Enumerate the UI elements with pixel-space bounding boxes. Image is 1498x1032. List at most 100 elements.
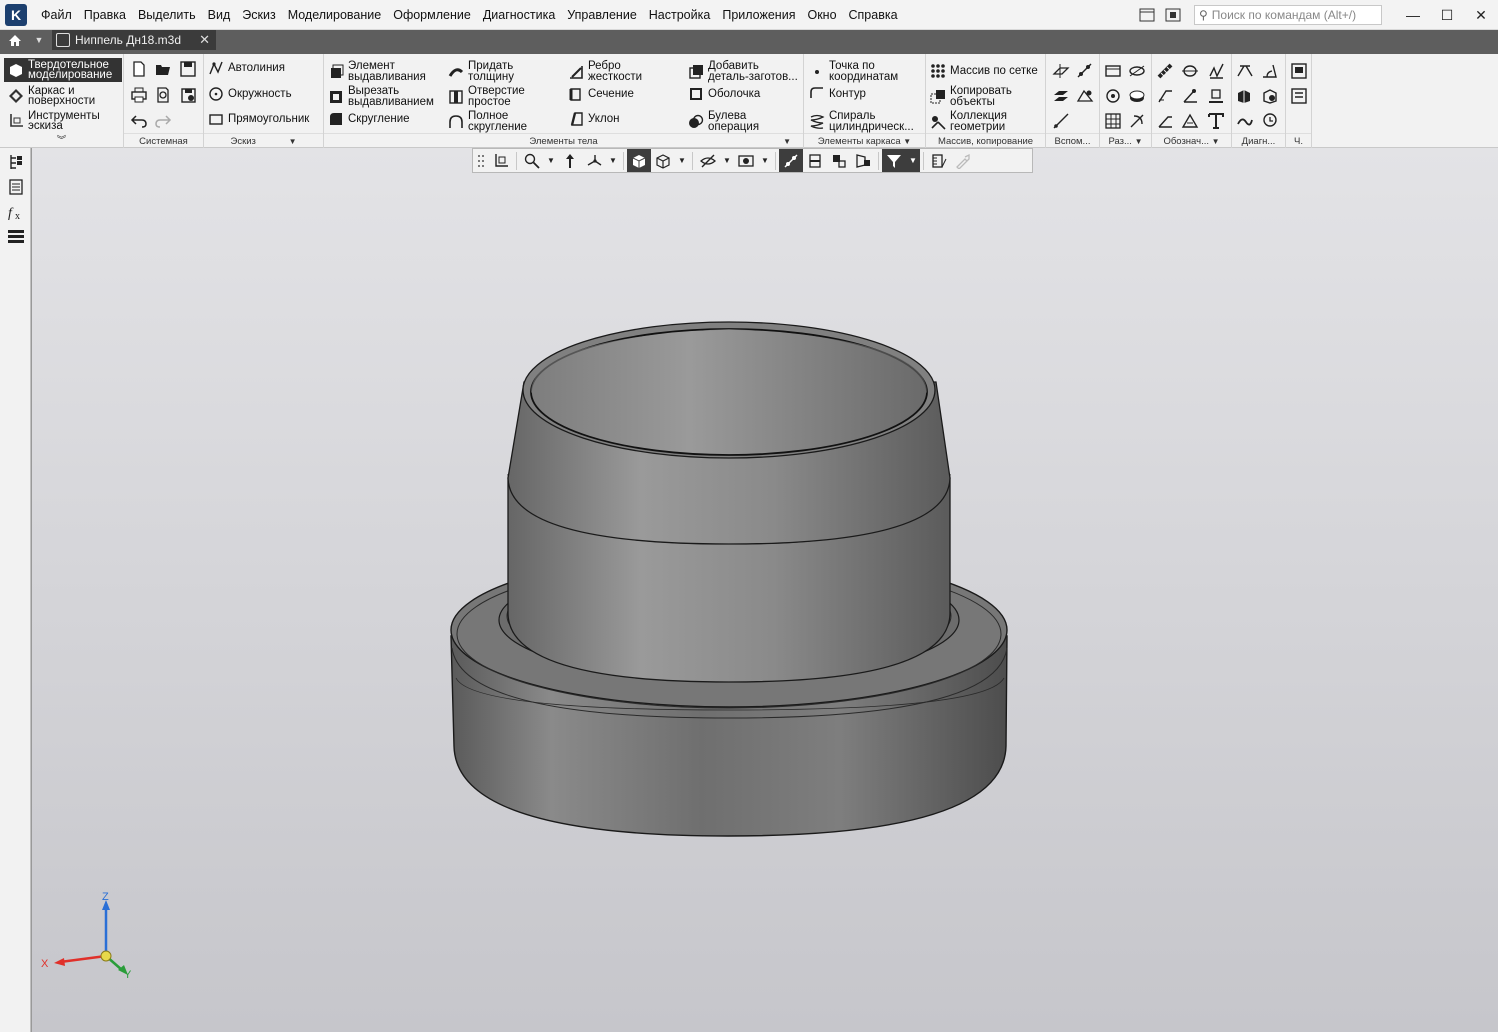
- section-button[interactable]: Сечение: [568, 86, 634, 102]
- measure-tool-icon[interactable]: [927, 149, 951, 172]
- roughness-icon[interactable]: [1207, 62, 1225, 80]
- measure-distance-icon[interactable]: [1236, 62, 1254, 80]
- layers-icon[interactable]: [7, 227, 25, 245]
- menu-file[interactable]: Файл: [35, 0, 78, 30]
- panel-icon[interactable]: [1162, 4, 1184, 26]
- orientation-icon[interactable]: [489, 149, 513, 172]
- cylindrical-spiral-button[interactable]: Спираль цилиндрическ...: [809, 110, 914, 132]
- shell-button[interactable]: Оболочка: [688, 86, 760, 102]
- thread-icon[interactable]: [1156, 62, 1174, 80]
- chevron-down-icon[interactable]: ▼: [1212, 137, 1220, 146]
- arc-dimension-icon[interactable]: [1128, 112, 1146, 130]
- tolerance-icon[interactable]: [1181, 112, 1199, 130]
- zoom-dropdown-icon[interactable]: ▼: [544, 149, 558, 172]
- filter-icon[interactable]: [882, 149, 906, 172]
- tab-document[interactable]: Ниппель Дн18.m3d ✕: [52, 30, 216, 50]
- chevron-down-icon[interactable]: ▼: [289, 137, 297, 146]
- undo-icon[interactable]: [130, 112, 148, 130]
- menu-diagnostics[interactable]: Диагностика: [477, 0, 561, 30]
- maximize-button[interactable]: ☐: [1430, 0, 1464, 30]
- close-tab-icon[interactable]: ✕: [199, 32, 210, 48]
- exploded-view-icon[interactable]: [827, 149, 851, 172]
- section-view-icon[interactable]: [803, 149, 827, 172]
- rectangle-button[interactable]: Прямоугольник: [208, 111, 309, 127]
- table-dimension-icon[interactable]: [1104, 112, 1122, 130]
- leader-icon[interactable]: [1156, 87, 1174, 105]
- grid-array-button[interactable]: Массив по сетке: [930, 63, 1038, 79]
- position-leader-icon[interactable]: [1181, 87, 1199, 105]
- menu-window[interactable]: Окно: [801, 0, 842, 30]
- diameter-dimension-icon[interactable]: [1128, 62, 1146, 80]
- extrude-button[interactable]: Элемент выдавливания: [328, 60, 426, 82]
- wireframe-view-icon[interactable]: [651, 149, 675, 172]
- app-logo-icon[interactable]: K: [5, 3, 27, 26]
- angle-plane-icon[interactable]: [1076, 87, 1094, 105]
- command-search-input[interactable]: ⚲ Поиск по командам (Alt+/): [1194, 5, 1382, 25]
- curvature-icon[interactable]: [1236, 112, 1254, 130]
- menu-design[interactable]: Оформление: [387, 0, 477, 30]
- cut-extrude-button[interactable]: Вырезать выдавливанием: [328, 85, 434, 107]
- zoom-icon[interactable]: [520, 149, 544, 172]
- expand-modes-icon[interactable]: ︾: [0, 133, 123, 148]
- menu-sketch[interactable]: Эскиз: [236, 0, 281, 30]
- open-folder-icon[interactable]: [154, 60, 172, 78]
- boolean-button[interactable]: Булева операция: [688, 110, 759, 132]
- rib-button[interactable]: Ребро жесткости: [568, 60, 642, 82]
- simple-hole-button[interactable]: Отверстие простое: [448, 85, 525, 107]
- radius-dimension-icon[interactable]: [1104, 87, 1122, 105]
- add-blank-part-button[interactable]: Добавить деталь-заготов...: [688, 60, 798, 82]
- show-objects-icon[interactable]: [734, 149, 758, 172]
- show-dropdown-icon[interactable]: ▼: [758, 149, 772, 172]
- axis-icon[interactable]: [1076, 62, 1094, 80]
- mode-sketch-tools[interactable]: Инструменты эскиза: [4, 109, 122, 133]
- layout-icon[interactable]: [1136, 4, 1158, 26]
- base-designation-icon[interactable]: [1181, 62, 1199, 80]
- save-icon[interactable]: [179, 60, 197, 78]
- rotate-dropdown-icon[interactable]: ▼: [606, 149, 620, 172]
- menu-applications[interactable]: Приложения: [716, 0, 801, 30]
- preview-icon[interactable]: [154, 86, 172, 104]
- geometry-collection-button[interactable]: Коллекция геометрии: [930, 110, 1007, 132]
- 3d-viewport[interactable]: Z X Y: [31, 148, 1498, 1032]
- chevron-down-icon[interactable]: ▼: [1135, 137, 1143, 146]
- save-all-icon[interactable]: [179, 86, 197, 104]
- nipple-part-model[interactable]: [32, 148, 1498, 1032]
- measure-angle-icon[interactable]: [1261, 62, 1279, 80]
- angular-dimension-icon[interactable]: [1128, 87, 1146, 105]
- minimize-button[interactable]: —: [1396, 0, 1430, 30]
- pan-icon[interactable]: [558, 149, 582, 172]
- variables-fx-icon[interactable]: fx: [7, 203, 25, 221]
- thicken-button[interactable]: Придать толщину: [448, 60, 514, 82]
- print-icon[interactable]: [130, 86, 148, 104]
- shaded-view-icon[interactable]: [627, 149, 651, 172]
- close-button[interactable]: ✕: [1464, 0, 1498, 30]
- menu-management[interactable]: Управление: [561, 0, 643, 30]
- offset-plane-icon[interactable]: [1052, 87, 1070, 105]
- hide-objects-icon[interactable]: [696, 149, 720, 172]
- menu-help[interactable]: Справка: [843, 0, 904, 30]
- menu-select[interactable]: Выделить: [132, 0, 202, 30]
- mode-solid-modeling[interactable]: Твердотельное моделирование: [4, 58, 122, 82]
- linear-dimension-icon[interactable]: [1104, 62, 1122, 80]
- weld-icon[interactable]: [1156, 112, 1174, 130]
- collision-check-icon[interactable]: [1261, 112, 1279, 130]
- circle-button[interactable]: Окружность: [208, 86, 292, 102]
- filter-dropdown-icon[interactable]: ▼: [906, 149, 920, 172]
- new-document-icon[interactable]: [130, 60, 148, 78]
- mode-frame-surfaces[interactable]: Каркас и поверхности: [4, 84, 122, 108]
- full-round-button[interactable]: Полное скругление: [448, 110, 527, 132]
- marking-icon[interactable]: [1207, 87, 1225, 105]
- model-tree-icon[interactable]: [7, 153, 25, 171]
- copy-objects-button[interactable]: Копировать объекты: [930, 85, 1012, 107]
- redo-icon[interactable]: [154, 112, 172, 130]
- properties-icon[interactable]: [7, 178, 25, 196]
- display-mode-dropdown-icon[interactable]: ▼: [675, 149, 689, 172]
- hide-dropdown-icon[interactable]: ▼: [720, 149, 734, 172]
- rotate-icon[interactable]: [582, 149, 606, 172]
- text-icon[interactable]: [1207, 112, 1225, 130]
- menu-settings[interactable]: Настройка: [643, 0, 717, 30]
- chevron-down-icon[interactable]: ▼: [903, 137, 911, 146]
- associative-drawing-icon[interactable]: [1290, 87, 1308, 105]
- fillet-button[interactable]: Скругление: [328, 111, 410, 127]
- snap-icon[interactable]: [779, 149, 803, 172]
